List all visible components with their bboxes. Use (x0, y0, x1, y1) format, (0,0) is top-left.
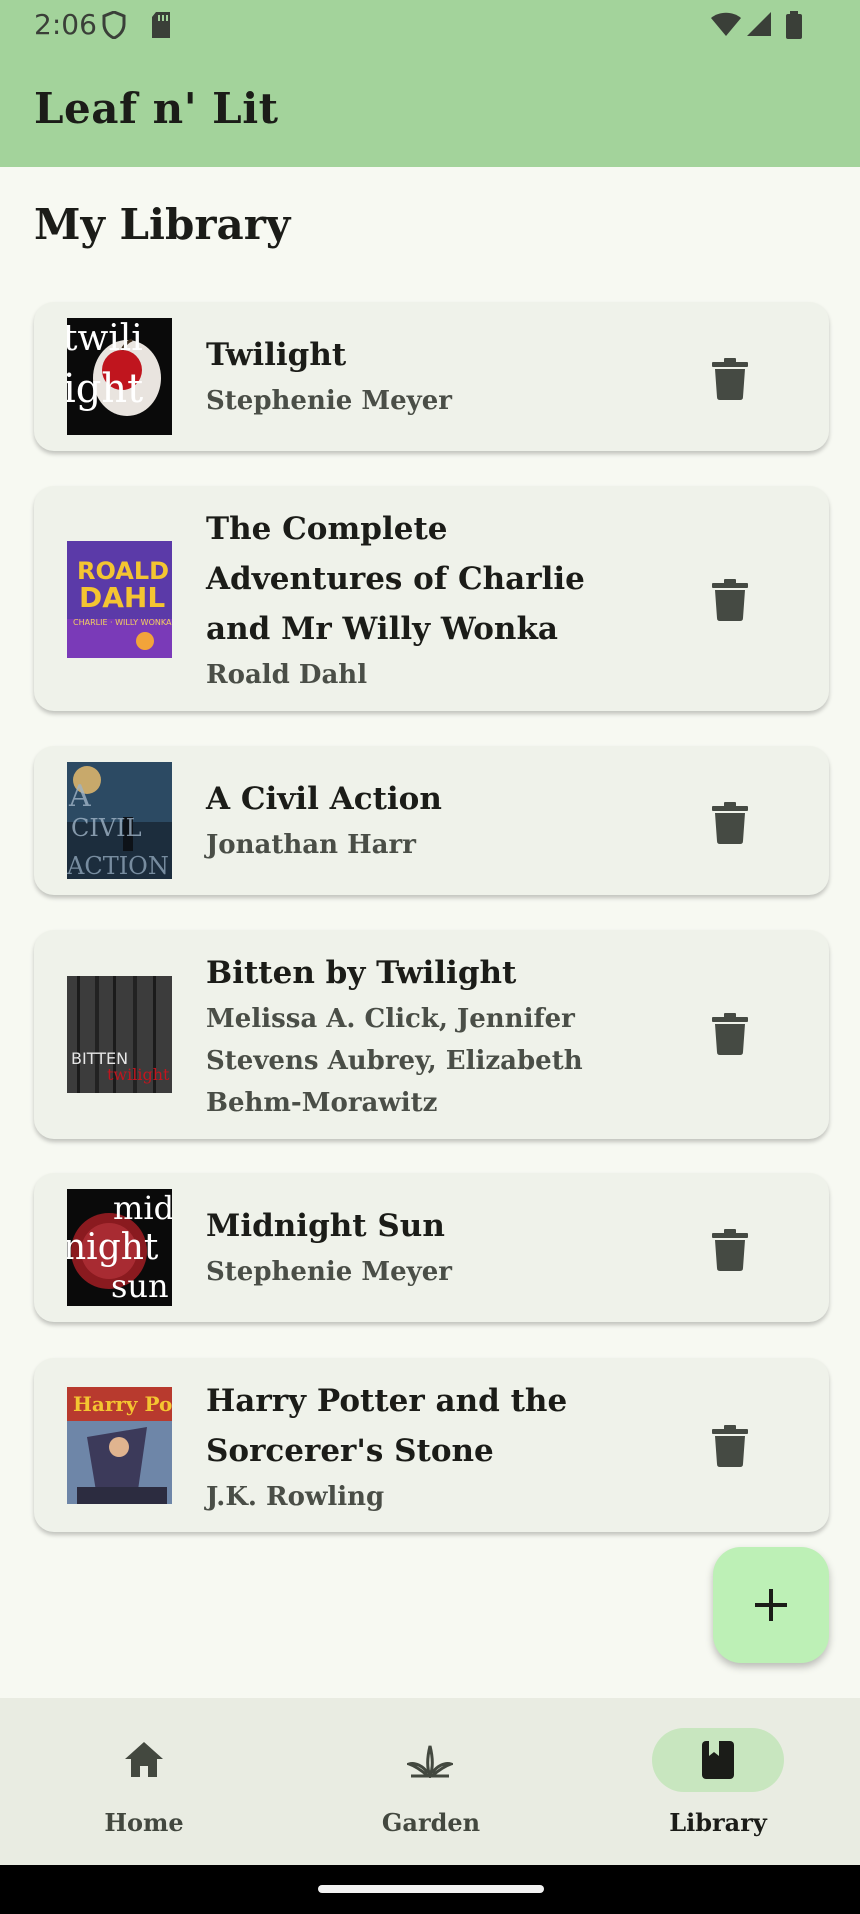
app-title: Leaf n' Lit (34, 84, 279, 133)
book-author: Stephenie Meyer (206, 1257, 452, 1287)
book-card[interactable]: ROALD DAHL CHARLIE · WILLY WONKA The Compl… (34, 486, 829, 711)
book-icon (702, 1741, 734, 1779)
sprout-icon (407, 1745, 453, 1778)
nav-item-library[interactable]: Library (604, 1698, 804, 1865)
book-card[interactable]: BITTEN twilight Bitten by Twilight Meliss… (34, 930, 829, 1139)
delete-icon[interactable] (710, 1424, 750, 1468)
svg-text:ight: ight (67, 366, 143, 412)
shield-icon (102, 10, 126, 43)
app-bar: Leaf n' Lit (0, 52, 860, 167)
gesture-bar (0, 1865, 860, 1914)
svg-text:CIVIL: CIVIL (71, 814, 142, 842)
book-card[interactable]: A CIVIL ACTION A Civil Action Jonathan Har… (34, 746, 829, 895)
battery-icon (785, 11, 803, 43)
status-bar: 2:06 (0, 0, 860, 52)
book-author: Roald Dahl (206, 660, 368, 690)
delete-icon[interactable] (710, 578, 750, 622)
svg-text:twili: twili (67, 318, 143, 359)
book-card[interactable]: mid night sun Midnight Sun Stephenie Meyer (34, 1173, 829, 1322)
svg-text:sun: sun (111, 1267, 169, 1305)
delete-icon[interactable] (710, 1228, 750, 1272)
status-time: 2:06 (34, 8, 97, 41)
book-cover-image: BITTEN twilight (67, 976, 172, 1093)
svg-text:twilight: twilight (107, 1065, 170, 1084)
book-title: A Civil Action (206, 781, 442, 817)
book-cover-image: A CIVIL ACTION (67, 762, 172, 879)
svg-text:mid: mid (113, 1189, 172, 1227)
book-author: Melissa A. Click, Jennifer Stevens Aubre… (206, 1004, 583, 1118)
delete-icon[interactable] (710, 801, 750, 845)
svg-text:night: night (67, 1227, 159, 1268)
svg-text:DAHL: DAHL (79, 581, 165, 614)
book-cover-image: mid night sun (67, 1189, 172, 1306)
book-card[interactable]: Harry Potter Harry Potter and the Sorcer… (34, 1358, 829, 1532)
book-card[interactable]: twili ight Twilight Stephenie Meyer (34, 302, 829, 451)
book-author: J.K. Rowling (206, 1482, 385, 1512)
book-title: Harry Potter and the Sorcerer's Stone (206, 1383, 568, 1469)
delete-icon[interactable] (710, 357, 750, 401)
nav-label: Home (104, 1808, 184, 1837)
nav-item-home[interactable]: Home (30, 1698, 230, 1865)
bottom-navigation: Home Garden Library (0, 1698, 860, 1865)
add-book-button[interactable] (713, 1547, 829, 1663)
book-cover-image: twili ight (67, 318, 172, 435)
gesture-handle[interactable] (318, 1885, 544, 1893)
page-title: My Library (34, 200, 291, 249)
signal-icon (746, 11, 772, 41)
book-author: Jonathan Harr (206, 830, 416, 860)
book-cover-image: ROALD DAHL CHARLIE · WILLY WONKA (67, 541, 172, 658)
home-icon (125, 1742, 163, 1777)
book-title: Midnight Sun (206, 1208, 445, 1244)
nav-label: Library (669, 1808, 767, 1837)
book-cover-image: Harry Potter (67, 1387, 172, 1504)
svg-text:CHARLIE · WILLY WONKA: CHARLIE · WILLY WONKA (73, 618, 172, 627)
wifi-icon (710, 11, 742, 41)
delete-icon[interactable] (710, 1012, 750, 1056)
nav-item-garden[interactable]: Garden (317, 1698, 517, 1865)
svg-text:A: A (68, 779, 91, 814)
book-title: The Complete Adventures of Charlie and M… (206, 511, 585, 647)
svg-text:ACTION: ACTION (67, 852, 169, 879)
book-title: Twilight (206, 337, 347, 373)
plus-icon (755, 1589, 787, 1621)
book-title: Bitten by Twilight (206, 955, 517, 991)
sd-card-icon (150, 11, 172, 43)
svg-text:Harry Potter: Harry Potter (73, 1392, 172, 1416)
nav-label: Garden (381, 1808, 481, 1837)
book-author: Stephenie Meyer (206, 386, 452, 416)
